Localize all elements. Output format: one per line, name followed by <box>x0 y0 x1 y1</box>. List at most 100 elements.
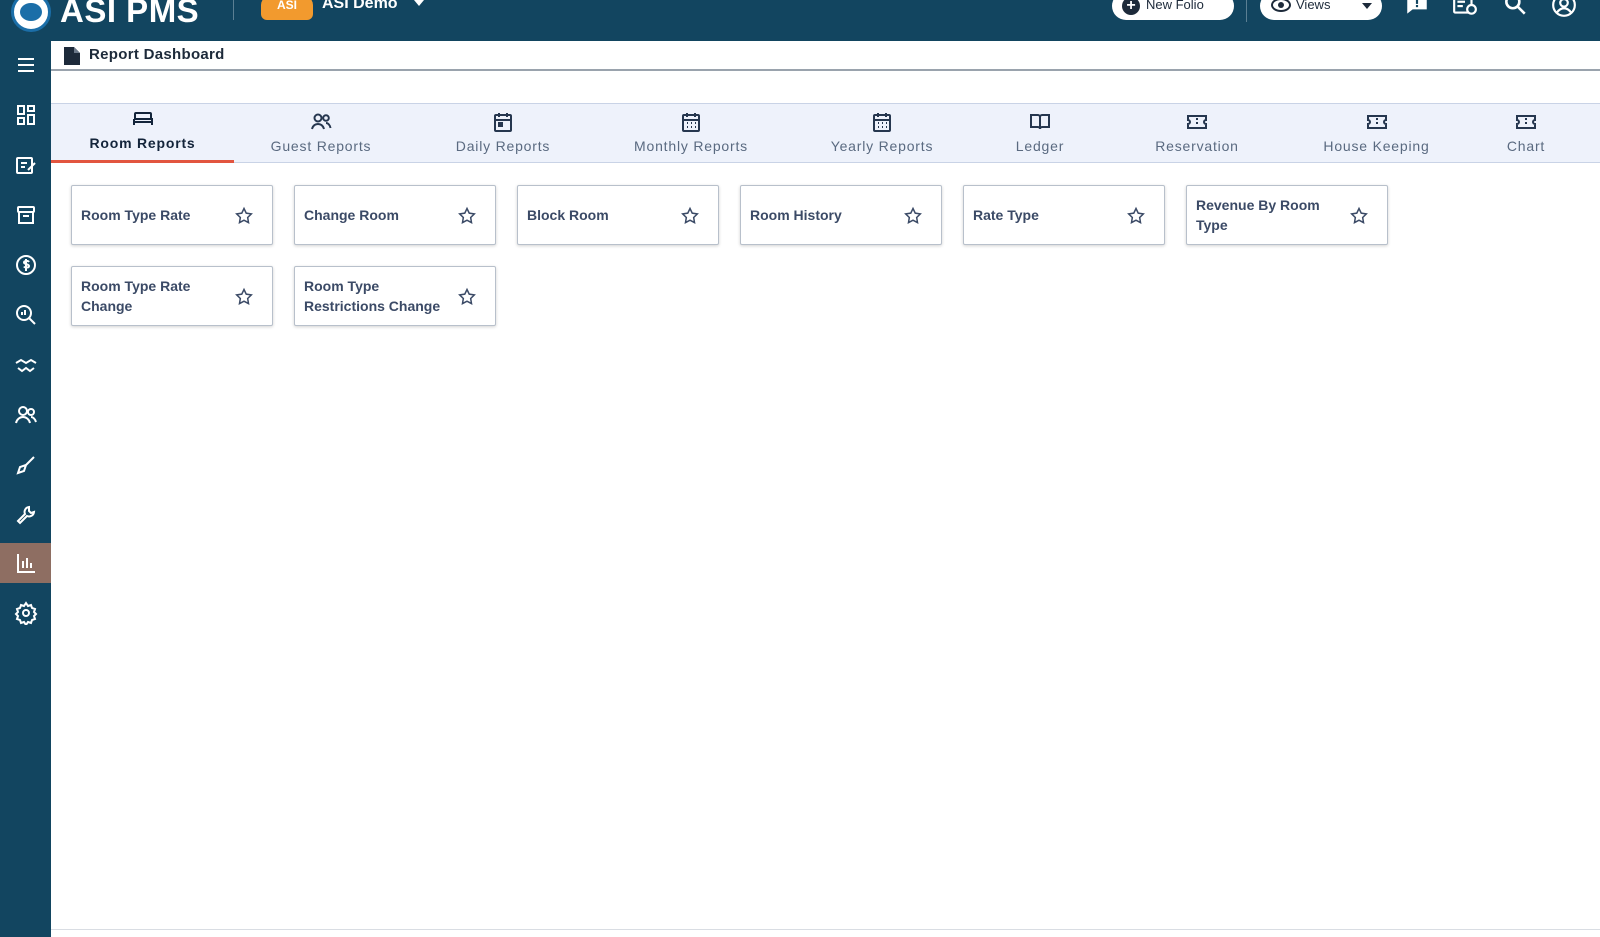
sidebar-item-billing[interactable] <box>0 245 51 285</box>
tab-house-keeping[interactable]: House Keeping <box>1294 104 1459 162</box>
report-tabs: Room Reports Guest Reports Daily Reports… <box>51 103 1600 163</box>
sidebar-item-store[interactable] <box>0 195 51 235</box>
topbar-divider <box>233 0 234 20</box>
tab-ledger[interactable]: Ledger <box>980 104 1100 162</box>
report-card-title: Room Type Rate Change <box>81 278 191 314</box>
favorite-star-icon[interactable] <box>234 206 254 226</box>
property-selector[interactable]: ASI Demo <box>322 0 398 14</box>
housekeeping-icon <box>15 456 35 475</box>
search-icon[interactable] <box>1502 0 1528 18</box>
report-card-block-room[interactable]: Block Room <box>517 185 719 245</box>
document-icon <box>64 47 80 65</box>
tab-yearly-reports[interactable]: Yearly Reports <box>784 104 980 162</box>
sidebar-item-dashboard[interactable] <box>0 95 51 135</box>
report-card-rate-type[interactable]: Rate Type <box>963 185 1165 245</box>
sidebar-item-guests[interactable] <box>0 395 51 435</box>
report-card-room-type-rate[interactable]: Room Type Rate <box>71 185 273 245</box>
handshake-icon <box>14 358 37 373</box>
sidebar-item-reservation[interactable] <box>0 145 51 185</box>
chevron-down-icon <box>1362 3 1372 9</box>
report-card-title: Room History <box>750 207 842 223</box>
wrench-icon <box>16 505 35 525</box>
new-folio-button[interactable]: + New Folio <box>1112 0 1234 20</box>
user-account-icon[interactable] <box>1551 0 1577 18</box>
brand-name[interactable]: ASI PMS <box>60 0 199 31</box>
eye-icon <box>1271 0 1291 12</box>
tab-label: Yearly Reports <box>830 138 934 154</box>
report-card-change-room[interactable]: Change Room <box>294 185 496 245</box>
ticket-icon <box>1514 110 1538 134</box>
reservation-edit-icon <box>15 157 36 174</box>
property-badge[interactable]: ASI <box>261 0 313 20</box>
report-card-room-type-restrictions-change[interactable]: Room Type Restrictions Change <box>294 266 496 326</box>
sidebar-item-housekeeping[interactable] <box>0 445 51 485</box>
tab-label: Guest Reports <box>270 138 372 154</box>
report-card-revenue-by-room-type[interactable]: Revenue By Room Type <box>1186 185 1388 245</box>
calendar-month-icon <box>679 110 703 134</box>
ticket-icon <box>1365 110 1389 134</box>
breadcrumb: Report Dashboard <box>51 41 1600 71</box>
ticket-icon <box>1185 110 1209 134</box>
new-folio-label: New Folio <box>1146 0 1204 12</box>
tab-label: Ledger <box>1015 138 1065 154</box>
tab-guest-reports[interactable]: Guest Reports <box>234 104 408 162</box>
tab-room-reports[interactable]: Room Reports <box>51 104 234 163</box>
active-tab-indicator <box>51 160 234 163</box>
search-analytics-icon <box>15 305 36 325</box>
sidebar-item-reports[interactable] <box>0 543 51 583</box>
tab-daily-reports[interactable]: Daily Reports <box>408 104 598 162</box>
folio-list-icon[interactable] <box>1452 0 1478 18</box>
sidebar <box>0 41 51 937</box>
report-card-title: Room Type Rate <box>81 207 191 223</box>
favorite-star-icon[interactable] <box>903 206 923 226</box>
report-card-room-type-rate-change[interactable]: Room Type Rate Change <box>71 266 273 326</box>
chevron-down-icon[interactable] <box>414 0 424 6</box>
tab-label: Monthly Reports <box>634 138 748 154</box>
dollar-icon <box>15 255 36 275</box>
report-card-room-history[interactable]: Room History <box>740 185 942 245</box>
views-dropdown[interactable]: Views <box>1260 0 1382 20</box>
sidebar-item-partners[interactable] <box>0 345 51 385</box>
plus-icon: + <box>1122 0 1140 15</box>
favorite-star-icon[interactable] <box>680 206 700 226</box>
top-navbar: ASI PMS ASI ASI Demo + New Folio Views <box>0 0 1600 41</box>
topbar-divider <box>1246 0 1247 22</box>
tab-monthly-reports[interactable]: Monthly Reports <box>598 104 784 162</box>
calendar-year-icon <box>870 110 894 134</box>
sidebar-item-settings[interactable] <box>0 593 51 633</box>
tab-label: Daily Reports <box>455 138 551 154</box>
brand-logo-icon[interactable] <box>11 0 51 32</box>
favorite-star-icon[interactable] <box>234 287 254 307</box>
guests-icon <box>14 406 37 424</box>
report-card-title: Room Type Restrictions Change <box>304 278 441 314</box>
tab-reservation[interactable]: Reservation <box>1100 104 1294 162</box>
content-bottom-border <box>51 929 1600 930</box>
store-icon <box>16 206 35 224</box>
tab-label: House Keeping <box>1323 138 1430 154</box>
chat-alert-icon[interactable] <box>1404 0 1430 18</box>
dashboard-icon <box>16 105 35 125</box>
sidebar-item-tools[interactable] <box>0 495 51 535</box>
guests-icon <box>309 110 333 134</box>
tab-label: Room Reports <box>89 135 196 151</box>
report-card-title: Rate Type <box>973 207 1039 223</box>
favorite-star-icon[interactable] <box>1349 206 1369 226</box>
views-label: Views <box>1296 0 1331 12</box>
tab-label: Reservation <box>1155 138 1239 154</box>
page-title: Report Dashboard <box>89 46 225 63</box>
favorite-star-icon[interactable] <box>1126 206 1146 226</box>
report-card-title: Block Room <box>527 207 609 223</box>
settings-icon <box>14 601 37 625</box>
bed-icon <box>131 108 155 132</box>
favorite-star-icon[interactable] <box>457 206 477 226</box>
favorite-star-icon[interactable] <box>457 287 477 307</box>
menu-icon <box>17 58 34 72</box>
reports-chart-icon <box>16 554 35 573</box>
calendar-day-icon <box>491 110 515 134</box>
sidebar-item-analytics[interactable] <box>0 295 51 335</box>
tab-label: Chart <box>1506 138 1546 154</box>
report-card-title: Change Room <box>304 207 399 223</box>
tab-chart[interactable]: Chart <box>1459 104 1593 162</box>
sidebar-item-menu[interactable] <box>0 45 51 85</box>
report-card-title: Revenue By Room Type <box>1196 197 1320 233</box>
